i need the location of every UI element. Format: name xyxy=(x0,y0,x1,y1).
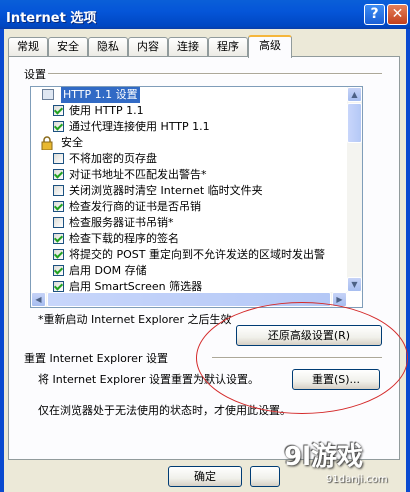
checkbox[interactable] xyxy=(53,249,64,260)
list-item-label: 启用 DOM 存储 xyxy=(69,264,147,277)
checkbox[interactable] xyxy=(53,121,64,132)
checkbox[interactable] xyxy=(53,169,64,180)
scroll-down-icon[interactable]: ▼ xyxy=(347,277,362,292)
tab-general[interactable]: 常规 xyxy=(8,37,48,56)
list-item[interactable]: 关闭浏览器时清空 Internet 临时文件夹 xyxy=(31,183,347,199)
checkbox[interactable] xyxy=(53,201,64,212)
list-item-label: 关闭浏览器时清空 Internet 临时文件夹 xyxy=(69,184,263,197)
list-item-label: 检查服务器证书吊销* xyxy=(69,216,174,229)
vertical-scrollbar[interactable]: ▲ ▼ xyxy=(347,87,362,292)
tab-programs[interactable]: 程序 xyxy=(208,37,248,56)
checkbox[interactable] xyxy=(53,281,64,292)
window-border-left xyxy=(0,29,4,492)
list-item[interactable]: 使用 HTTP 1.1 xyxy=(31,103,347,119)
window-border-right xyxy=(406,29,410,492)
restart-note: *重新启动 Internet Explorer 之后生效 xyxy=(38,313,232,326)
settings-group-label: 设置 xyxy=(24,68,46,81)
tab-security[interactable]: 安全 xyxy=(48,37,88,56)
title-bar: Internet 选项 ? ✕ xyxy=(0,0,410,29)
checkbox[interactable] xyxy=(53,265,64,276)
tab-privacy[interactable]: 隐私 xyxy=(88,37,128,56)
list-item[interactable]: 安全 xyxy=(31,135,347,151)
list-item[interactable]: 启用 SmartScreen 筛选器 xyxy=(31,279,347,292)
list-item[interactable]: 通过代理连接使用 HTTP 1.1 xyxy=(31,119,347,135)
list-item[interactable]: HTTP 1.1 设置 xyxy=(31,87,347,103)
cancel-button[interactable] xyxy=(250,466,280,487)
list-item-label: 通过代理连接使用 HTTP 1.1 xyxy=(69,120,210,133)
tab-connections[interactable]: 连接 xyxy=(168,37,208,56)
list-item[interactable]: 检查服务器证书吊销* xyxy=(31,215,347,231)
reset-heading: 重置 Internet Explorer 设置 xyxy=(24,352,168,365)
settings-divider xyxy=(48,73,382,75)
lock-icon xyxy=(41,136,53,150)
help-button[interactable]: ? xyxy=(364,4,385,25)
list-item[interactable]: 将提交的 POST 重定向到不允许发送的区域时发出警 xyxy=(31,247,347,263)
ok-button[interactable]: 确定 xyxy=(168,466,242,487)
settings-list[interactable]: HTTP 1.1 设置 使用 HTTP 1.1 通过代理连接使用 HTTP 1.… xyxy=(30,86,363,308)
list-item-label: 启用 SmartScreen 筛选器 xyxy=(69,280,203,292)
tab-advanced[interactable]: 高级 xyxy=(248,35,292,58)
window-title: Internet 选项 xyxy=(6,11,97,26)
annotation-ellipse xyxy=(196,302,408,414)
watermark-url: 91danji.com xyxy=(326,474,388,485)
list-item-label: 安全 xyxy=(61,136,83,149)
vertical-scroll-thumb[interactable] xyxy=(347,103,362,143)
computer-icon xyxy=(42,89,54,100)
scroll-left-icon[interactable]: ◀ xyxy=(31,292,46,307)
list-item[interactable]: 检查下载的程序的签名 xyxy=(31,231,347,247)
list-item-label: HTTP 1.1 设置 xyxy=(61,87,140,103)
tab-content[interactable]: 内容 xyxy=(128,37,168,56)
checkbox[interactable] xyxy=(53,185,64,196)
watermark-brand: 9l游戏 xyxy=(284,442,364,472)
list-item-label: 不将加密的页存盘 xyxy=(69,152,157,165)
close-button[interactable]: ✕ xyxy=(387,4,408,25)
list-item[interactable]: 不将加密的页存盘 xyxy=(31,151,347,167)
list-item-label: 使用 HTTP 1.1 xyxy=(69,104,144,117)
scroll-up-icon[interactable]: ▲ xyxy=(347,87,362,102)
list-item-label: 将提交的 POST 重定向到不允许发送的区域时发出警 xyxy=(69,248,325,261)
list-item-label: 对证书地址不匹配发出警告* xyxy=(69,168,207,181)
list-item[interactable]: 检查发行商的证书是否吊销 xyxy=(31,199,347,215)
list-item[interactable]: 启用 DOM 存储 xyxy=(31,263,347,279)
list-item-label: 检查发行商的证书是否吊销 xyxy=(69,200,201,213)
list-item-label: 检查下载的程序的签名 xyxy=(69,232,179,245)
checkbox[interactable] xyxy=(53,153,64,164)
site-watermark: 9l游戏 91danji.com xyxy=(278,436,410,492)
checkbox[interactable] xyxy=(53,233,64,244)
checkbox[interactable] xyxy=(53,105,64,116)
list-item[interactable]: 对证书地址不匹配发出警告* xyxy=(31,167,347,183)
checkbox[interactable] xyxy=(53,217,64,228)
